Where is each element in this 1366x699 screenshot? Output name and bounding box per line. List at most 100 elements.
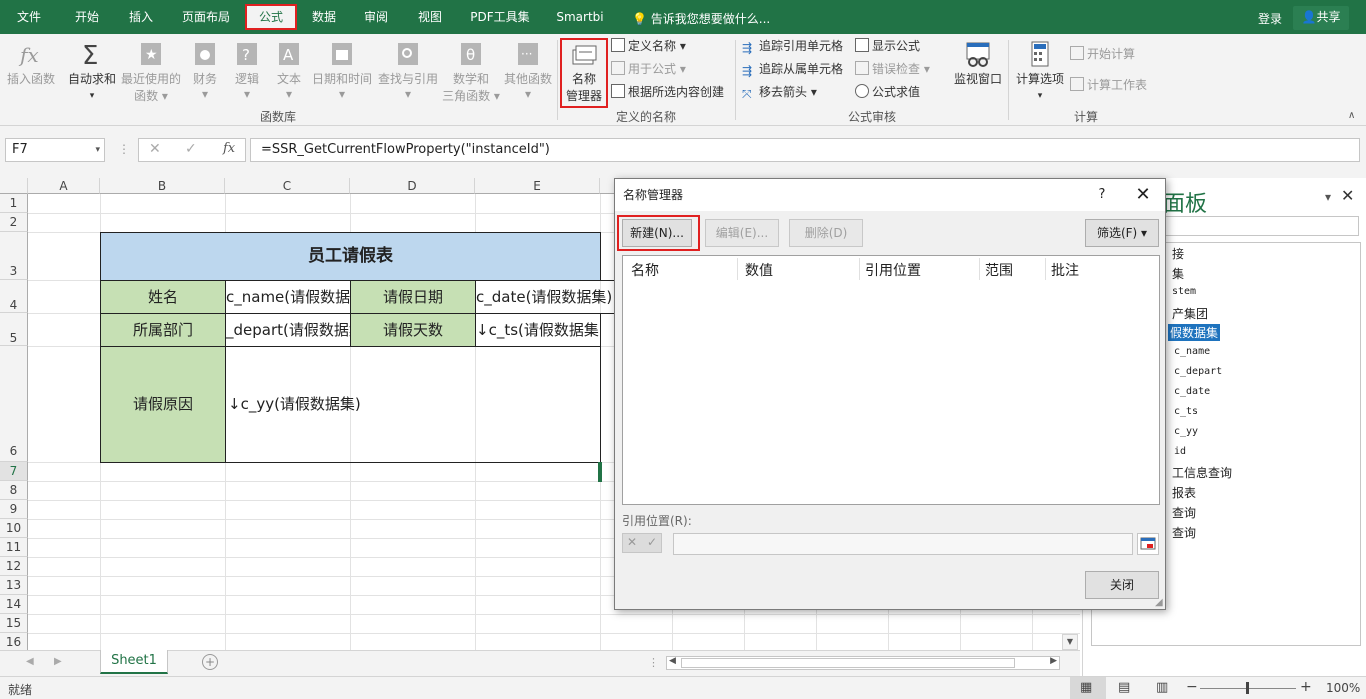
sheet-tab-sheet1[interactable]: Sheet1	[100, 650, 168, 674]
insert-function-button[interactable]: fx 插入函数	[4, 40, 58, 87]
tree-item[interactable]: c_name	[1174, 346, 1210, 357]
tree-item[interactable]: c_yy	[1174, 426, 1198, 437]
lookup-button[interactable]: 查找与引用 ▾	[376, 40, 440, 101]
tree-item[interactable]: 工信息查询	[1172, 464, 1232, 481]
row-header-7[interactable]: 7	[0, 462, 28, 481]
tree-item-selected[interactable]: 假数据集	[1168, 324, 1221, 341]
row-header-3[interactable]: 3	[0, 232, 28, 280]
calculate-now-button[interactable]: 开始计算	[1070, 44, 1135, 64]
row-header-6[interactable]: 6	[0, 346, 28, 462]
trace-dependents-button[interactable]: ⇶ 追踪从属单元格	[742, 59, 843, 79]
pane-close-icon[interactable]: ✕	[1341, 186, 1354, 205]
tree-item[interactable]: 报表	[1172, 484, 1196, 501]
dialog-help-button[interactable]: ?	[1091, 179, 1113, 211]
tab-page-layout[interactable]: 页面布局	[176, 6, 236, 30]
zoom-in-icon[interactable]: +	[1300, 679, 1312, 695]
tree-item[interactable]: c_ts	[1174, 406, 1198, 417]
tree-item[interactable]: 查询	[1172, 504, 1196, 521]
name-box[interactable]: F7 ▾	[5, 138, 105, 162]
dialog-close-button[interactable]: 关闭	[1085, 571, 1159, 599]
tab-file[interactable]: 文件	[8, 6, 50, 30]
tree-item[interactable]: c_date	[1174, 386, 1210, 397]
trace-precedents-button[interactable]: ⇶ 追踪引用单元格	[742, 36, 843, 56]
tab-split-grip-icon[interactable]: ⋮	[648, 656, 659, 669]
tab-pdf-tools[interactable]: PDF工具集	[464, 6, 536, 30]
collapse-ribbon-icon[interactable]: ∧	[1348, 110, 1355, 121]
watch-window-button[interactable]: 监视窗口	[950, 40, 1006, 87]
col-header-d[interactable]: D	[350, 178, 475, 194]
dept-label-cell[interactable]: 所属部门	[100, 313, 226, 347]
tree-item[interactable]: c_depart	[1174, 366, 1222, 377]
show-formulas-button[interactable]: 显示公式	[855, 36, 920, 56]
col-header-e[interactable]: E	[475, 178, 600, 194]
define-name-button[interactable]: 定义名称 ▾	[611, 36, 686, 56]
horizontal-scrollbar[interactable]: ◀ ▶	[666, 656, 1060, 670]
tree-item[interactable]: id	[1174, 446, 1186, 457]
table-title-cell[interactable]: 员工请假表	[100, 232, 601, 281]
insert-function-icon[interactable]: fx	[223, 141, 235, 156]
list-header-value[interactable]: 数值	[745, 260, 773, 280]
list-header-refers-to[interactable]: 引用位置	[865, 260, 921, 280]
page-layout-view-icon[interactable]: ▤	[1118, 680, 1130, 695]
date-label-cell[interactable]: 请假日期	[350, 280, 476, 314]
list-header-comment[interactable]: 批注	[1051, 260, 1079, 280]
cancel-x-icon[interactable]: ✕	[627, 535, 637, 549]
tab-insert[interactable]: 插入	[120, 6, 162, 30]
row-header-5[interactable]: 5	[0, 313, 28, 346]
row-header-10[interactable]: 10	[0, 519, 28, 538]
row-header-15[interactable]: 15	[0, 614, 28, 633]
calculate-sheet-button[interactable]: 计算工作表	[1070, 75, 1147, 95]
dialog-close-icon[interactable]: ✕	[1125, 179, 1161, 211]
tab-review[interactable]: 审阅	[356, 6, 396, 30]
page-break-view-icon[interactable]: ▥	[1156, 680, 1168, 695]
col-header-c[interactable]: C	[225, 178, 350, 194]
date-value-cell[interactable]: c_date(请假数据集)	[475, 280, 615, 314]
evaluate-formula-button[interactable]: 公式求值	[855, 82, 920, 102]
formula-input[interactable]: =SSR_GetCurrentFlowProperty("instanceId"…	[250, 138, 1360, 162]
cancel-icon[interactable]: ✕	[149, 141, 161, 157]
list-header-scope[interactable]: 范围	[985, 260, 1013, 280]
filter-button[interactable]: 筛选(F) ▾	[1085, 219, 1159, 247]
dept-value-cell[interactable]: _depart(请假数据集	[225, 313, 351, 347]
name-label-cell[interactable]: 姓名	[100, 280, 226, 314]
edit-name-button[interactable]: 编辑(E)...	[705, 219, 779, 247]
name-value-cell[interactable]: c_name(请假数据集	[225, 280, 351, 314]
tree-item[interactable]: stem	[1172, 286, 1196, 297]
zoom-level[interactable]: 100%	[1326, 681, 1360, 695]
autosum-button[interactable]: Σ 自动求和 ▾	[66, 40, 118, 101]
select-all-corner[interactable]	[0, 178, 28, 194]
add-sheet-icon[interactable]: +	[202, 654, 218, 670]
use-in-formula-button[interactable]: 用于公式 ▾	[611, 59, 686, 79]
days-value-cell[interactable]: ↓c_ts(请假数据集)	[475, 313, 601, 347]
tree-item[interactable]: 产集团	[1172, 305, 1208, 322]
range-picker-icon[interactable]	[1137, 533, 1159, 555]
pane-options-icon[interactable]: ▾	[1325, 190, 1331, 204]
zoom-out-icon[interactable]: −	[1186, 679, 1198, 695]
create-from-selection-button[interactable]: 根据所选内容创建	[611, 82, 724, 102]
login-link[interactable]: 登录	[1258, 10, 1282, 27]
list-header-name[interactable]: 名称	[631, 260, 659, 280]
calc-options-button[interactable]: 计算选项 ▾	[1014, 40, 1066, 101]
reason-value-cell[interactable]: ↓c_yy(请假数据集)	[225, 346, 601, 463]
col-header-b[interactable]: B	[100, 178, 225, 194]
recent-functions-button[interactable]: ★ 最近使用的 函数 ▾	[120, 40, 182, 104]
col-header-a[interactable]: A	[28, 178, 100, 194]
remove-arrows-button[interactable]: ⤧ 移去箭头 ▾	[742, 82, 817, 102]
share-button[interactable]: 👤共享	[1293, 6, 1349, 30]
row-header-8[interactable]: 8	[0, 481, 28, 500]
logical-button[interactable]: ? 逻辑 ▾	[228, 40, 266, 101]
refers-to-input[interactable]	[673, 533, 1133, 555]
row-header-11[interactable]: 11	[0, 538, 28, 557]
enter-check-icon[interactable]: ✓	[185, 141, 197, 157]
scroll-down-arrow-icon[interactable]: ▼	[1062, 634, 1078, 650]
tree-item[interactable]: 集	[1172, 265, 1184, 282]
tree-item[interactable]: 接	[1172, 245, 1184, 262]
row-header-16[interactable]: 16	[0, 633, 28, 650]
days-label-cell[interactable]: 请假天数	[350, 313, 476, 347]
error-checking-button[interactable]: 错误检查 ▾	[855, 59, 930, 79]
pane-search-input[interactable]	[1163, 216, 1359, 236]
prev-sheet-icon[interactable]: ◀	[26, 656, 34, 667]
tab-formulas[interactable]: 公式	[245, 4, 297, 30]
row-header-13[interactable]: 13	[0, 576, 28, 595]
financial-button[interactable]: 财务 ▾	[186, 40, 224, 101]
